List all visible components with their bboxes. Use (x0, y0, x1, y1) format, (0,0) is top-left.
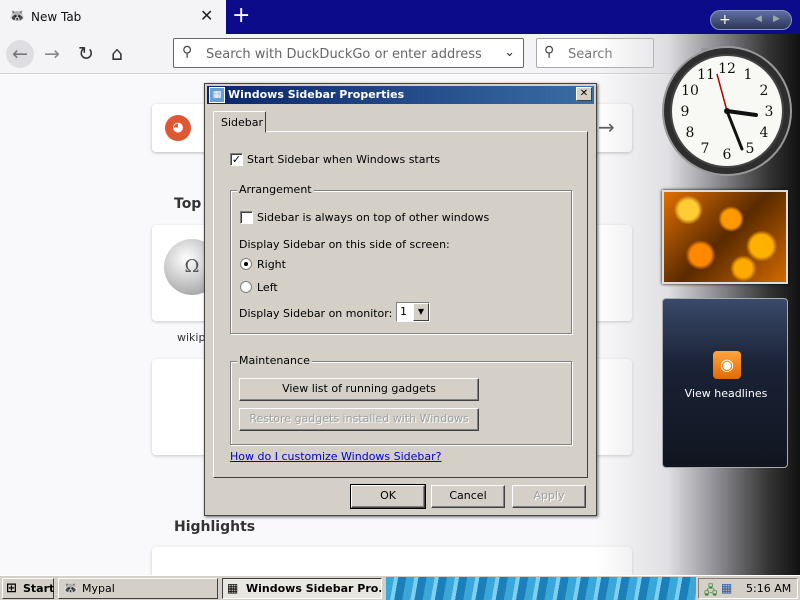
sidebar-app-icon: ▦ (227, 581, 239, 595)
windows-sidebar-properties-dialog: ▦ Windows Sidebar Properties ✕ Sidebar ✓… (204, 83, 597, 516)
tab-strip: 🦝 New Tab ✕ + (0, 0, 800, 34)
svg-text:1: 1 (744, 67, 753, 83)
tray-network-icon[interactable]: 🖧 (704, 581, 717, 600)
svg-text:5: 5 (746, 141, 755, 157)
taskbar: ⊞ Start 🦝 Mypal ▦ Windows Sidebar Pro...… (0, 575, 800, 600)
feed-headlines-gadget[interactable]: ◉ View headlines (662, 298, 788, 468)
duckduckgo-logo-icon: ◕ (165, 115, 191, 141)
taskbar-item-sidebar-properties[interactable]: ▦ Windows Sidebar Pro... (222, 578, 382, 599)
taskbar-item-label: Windows Sidebar Pro... (246, 582, 382, 595)
tab-panel: ✓ Start Sidebar when Windows starts Arra… (213, 131, 588, 478)
left-radio-label: Left (257, 281, 278, 294)
dialog-title: Windows Sidebar Properties (228, 88, 405, 101)
taskbar-clock[interactable]: 5:16 AM (746, 582, 791, 595)
back-arrow-icon[interactable]: ← (6, 40, 34, 68)
restore-gadgets-button[interactable]: Restore gadgets installed with Windows (239, 408, 479, 431)
svg-text:4: 4 (760, 125, 769, 141)
taskbar-background-image (386, 577, 696, 600)
previous-page-icon[interactable]: ◀ (755, 14, 762, 24)
add-gadget-icon[interactable]: + (719, 12, 731, 28)
mypal-icon: 🦝 (63, 581, 78, 595)
cancel-button[interactable]: Cancel (431, 485, 505, 508)
always-on-top-label: Sidebar is always on top of other window… (257, 211, 490, 224)
svg-text:10: 10 (681, 83, 699, 99)
sidebar-app-icon: ▦ (209, 87, 225, 103)
svg-text:9: 9 (681, 104, 690, 120)
tab-title: New Tab (31, 10, 82, 24)
right-radio-label: Right (257, 258, 286, 271)
monitor-value: 1 (400, 305, 407, 318)
svg-text:3: 3 (765, 104, 774, 120)
monitor-label: Display Sidebar on monitor: (239, 307, 393, 320)
side-of-screen-label: Display Sidebar on this side of screen: (239, 238, 450, 251)
slideshow-gadget-flowers[interactable] (662, 190, 788, 284)
taskbar-item-label: Mypal (82, 582, 115, 595)
clock-gadget[interactable]: 12 1 2 345 678 9 10 11 (664, 48, 790, 174)
left-radio[interactable] (240, 281, 252, 293)
mypal-favicon-icon: 🦝 (9, 9, 26, 24)
forward-arrow-icon[interactable]: → (38, 40, 66, 68)
start-label: Start (23, 582, 55, 595)
next-page-icon[interactable]: ▶ (773, 14, 780, 24)
svg-text:12: 12 (718, 61, 736, 77)
arrangement-title: Arrangement (237, 183, 314, 196)
tab-new-tab[interactable]: 🦝 New Tab ✕ (0, 0, 226, 34)
monitor-select[interactable]: 1 ▼ (396, 302, 430, 322)
view-headlines-label: View headlines (684, 387, 768, 400)
tab-close-icon[interactable]: ✕ (200, 7, 213, 25)
clock-face: 12 12 345 678 91011 (672, 56, 782, 166)
svg-text:2: 2 (760, 83, 769, 99)
taskbar-item-mypal[interactable]: 🦝 Mypal (58, 578, 218, 599)
maintenance-title: Maintenance (237, 354, 312, 367)
home-icon[interactable]: ⌂ (103, 40, 131, 68)
svg-text:6: 6 (723, 147, 732, 163)
chevron-down-icon[interactable]: ⌄ (504, 45, 515, 60)
start-sidebar-checkbox[interactable]: ✓ (230, 153, 243, 166)
tray-sidebar-icon[interactable]: ▦ (721, 581, 732, 595)
svg-text:11: 11 (697, 67, 715, 83)
reload-icon[interactable]: ↻ (72, 40, 100, 68)
search-icon: ⚲ (544, 44, 555, 60)
customize-help-link[interactable]: How do I customize Windows Sidebar? (230, 450, 442, 463)
start-sidebar-label: Start Sidebar when Windows starts (247, 153, 441, 166)
sidebar-controls: + ◀ ▶ (710, 10, 792, 30)
start-button[interactable]: ⊞ Start (2, 578, 54, 599)
apply-button[interactable]: Apply (512, 485, 586, 508)
new-tab-button[interactable]: + (232, 4, 250, 28)
svg-text:8: 8 (686, 125, 695, 141)
dialog-title-bar[interactable]: ▦ Windows Sidebar Properties ✕ (207, 86, 594, 104)
view-running-gadgets-button[interactable]: View list of running gadgets (239, 378, 479, 401)
system-tray: 🖧 ▦ 5:16 AM (698, 578, 798, 599)
windows-logo-icon: ⊞ (6, 581, 17, 596)
rss-feed-icon: ◉ (713, 351, 741, 379)
always-on-top-checkbox[interactable] (240, 211, 253, 224)
svg-text:7: 7 (701, 141, 710, 157)
close-icon[interactable]: ✕ (576, 87, 592, 101)
maintenance-group: Maintenance (230, 354, 572, 445)
tab-sidebar[interactable]: Sidebar (213, 111, 266, 133)
url-bar[interactable]: ⚲ Search with DuckDuckGo or enter addres… (173, 38, 524, 68)
right-radio[interactable] (240, 258, 252, 270)
highlights-heading: Highlights (174, 519, 256, 535)
chevron-down-icon[interactable]: ▼ (413, 303, 429, 321)
ok-button[interactable]: OK (350, 484, 426, 509)
url-placeholder: Search with DuckDuckGo or enter address (206, 47, 482, 62)
search-icon: ⚲ (182, 44, 193, 60)
tab-sidebar-label: Sidebar (221, 116, 264, 129)
